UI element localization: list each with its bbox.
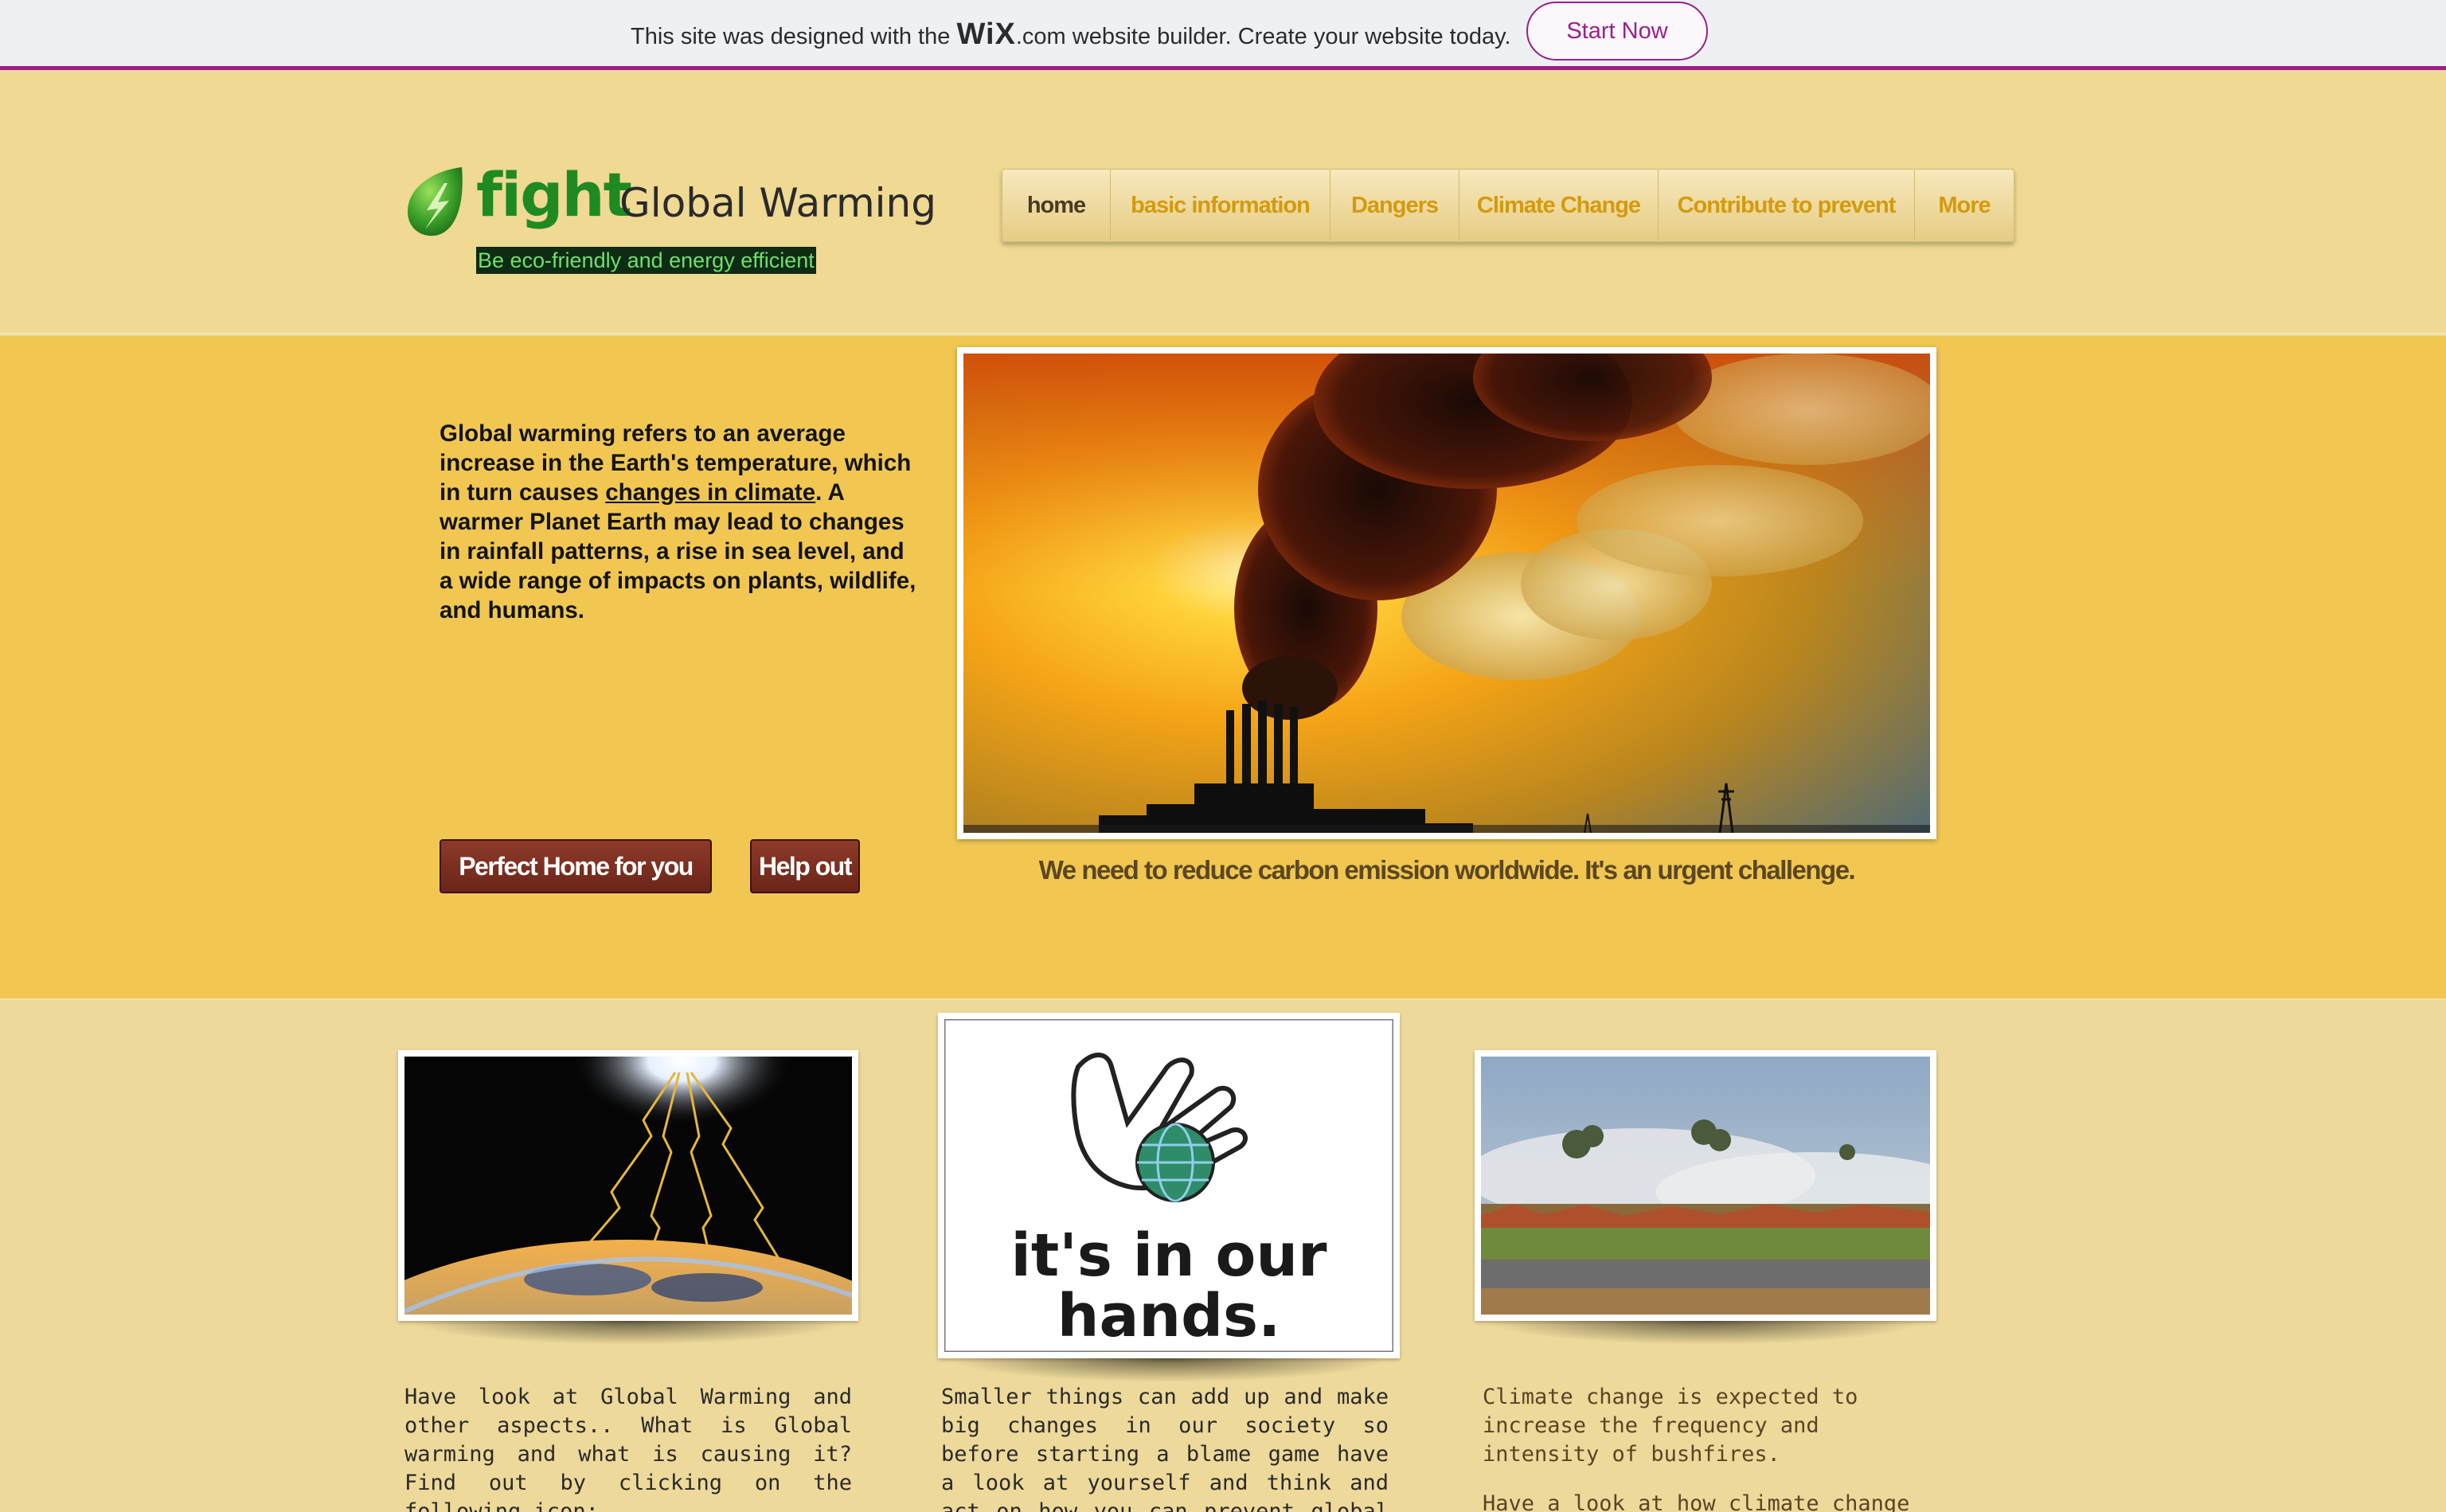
logo-word[interactable]: fight — [476, 159, 632, 230]
card-shadow — [948, 1358, 1390, 1382]
perfect-home-button[interactable]: Perfect Home for you — [440, 839, 712, 893]
card-shadow — [408, 1321, 849, 1345]
help-out-button[interactable]: Help out — [750, 839, 860, 893]
smokestack-image — [963, 354, 1930, 833]
card-text-bushfires: Climate change is expected to increase t… — [1483, 1383, 1928, 1512]
tagline: Be eco-friendly and energy efficient — [476, 247, 816, 274]
hand-globe-image: it's in our hands. — [944, 1019, 1393, 1352]
nav-item-climate-change[interactable]: Climate Change — [1459, 170, 1659, 241]
bushfire-image[interactable] — [1475, 1050, 1936, 1321]
wix-banner: This site was designed with the WiX.com … — [0, 0, 2446, 70]
nav-item-home[interactable]: home — [1002, 170, 1111, 241]
nav-item-contribute-to-prevent[interactable]: Contribute to prevent — [1659, 170, 1915, 241]
logo-text[interactable]: Global Warming — [619, 180, 936, 226]
hands-image-line1: it's in our — [1010, 1221, 1327, 1290]
nav-item-basic-information[interactable]: basic information — [1111, 170, 1330, 241]
start-now-button[interactable]: Start Now — [1526, 2, 1708, 61]
nav-item-dangers[interactable]: Dangers — [1330, 170, 1459, 241]
nav-item-more[interactable]: More — [1915, 170, 2014, 241]
main-nav: home basic information Dangers Climate C… — [1002, 169, 2014, 242]
wix-banner-text-after: .com website builder. Create your websit… — [1015, 24, 1511, 49]
sun-earth-image[interactable] — [398, 1050, 858, 1321]
wix-banner-text-before: This site was designed with the — [631, 24, 957, 49]
wix-banner-text: This site was designed with the WiX.com … — [631, 18, 1511, 52]
bushfire-road-image — [1481, 1057, 1930, 1315]
changes-in-climate-link[interactable]: changes in climate — [605, 479, 815, 506]
hands-image[interactable]: it's in our hands. — [938, 1013, 1400, 1358]
hands-image-line2: hands. — [1057, 1282, 1280, 1350]
wix-logo[interactable]: WiX — [956, 18, 1015, 51]
card-text-global-warming: Have look at Global Warming and other as… — [404, 1385, 852, 1512]
intro-text: Global warming refers to an average incr… — [440, 419, 917, 625]
hero-image — [957, 347, 1936, 839]
card-shadow — [1484, 1321, 1927, 1345]
leaf-icon[interactable] — [403, 166, 467, 239]
card-text-bushfires-p1: Climate change is expected to increase t… — [1483, 1385, 1858, 1467]
card-text-bushfires-p2: Have a look at how climate change can ha… — [1483, 1491, 1910, 1512]
card-text-hands: Smaller things can add up and make big c… — [941, 1385, 1389, 1512]
hero-caption: We need to reduce carbon emission worldw… — [1038, 855, 1856, 885]
sun-rays-earth-image — [404, 1057, 852, 1315]
